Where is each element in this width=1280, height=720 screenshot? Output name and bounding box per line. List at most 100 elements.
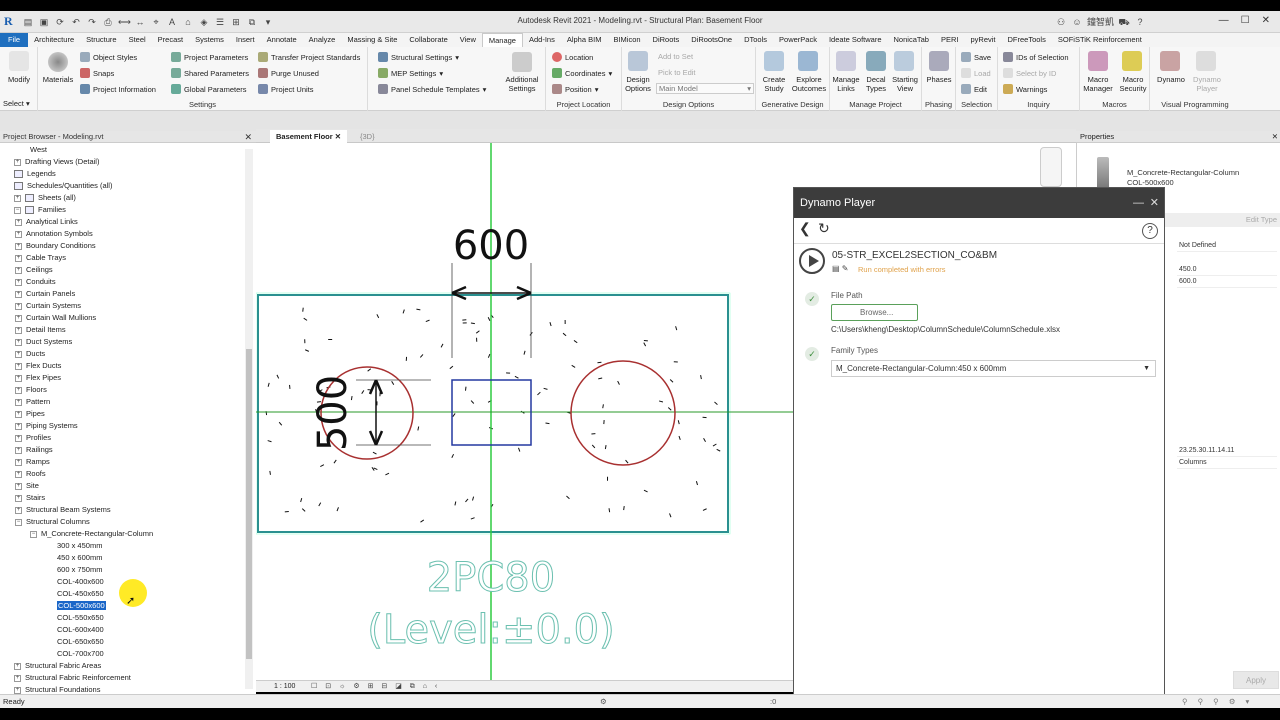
coordinates-button[interactable]: Coordinates ▾ [552,68,612,78]
tree-item[interactable]: COL-550x650 [57,612,104,624]
expand-icon[interactable]: + [15,338,22,346]
tab-diroots[interactable]: DiRoots [647,33,686,47]
expand-icon[interactable]: + [14,674,21,682]
modify-arrow-icon[interactable] [9,51,29,71]
tree-item[interactable]: Schedules/Quantities (all) [14,180,112,192]
expand-icon[interactable]: + [15,470,22,478]
manage-links-button[interactable]: Manage Links [830,75,862,93]
expand-icon[interactable]: + [15,434,22,442]
worksets-icon[interactable]: ⚙ [600,695,607,709]
design-option-status[interactable]: :0 [770,695,776,709]
design-options-icon[interactable] [628,51,648,71]
expand-icon[interactable]: + [14,686,21,694]
tree-item[interactable]: − Families [14,204,66,216]
structural-settings-button[interactable]: Structural Settings ▾ [378,52,459,62]
tree-item[interactable]: + Structural Foundations [14,684,100,694]
location-button[interactable]: Location [552,52,593,62]
tab-steel[interactable]: Steel [123,33,152,47]
tab-manage[interactable]: Manage [481,33,523,47]
tree-item[interactable]: + Curtain Systems [15,300,81,312]
tree-item[interactable]: COL-700x700 [57,648,104,660]
dynamo-player-icon[interactable] [1196,51,1216,71]
macro-manager-icon[interactable] [1088,51,1108,71]
design-options-button[interactable]: Design Options [622,75,654,93]
dynamo-player-button[interactable]: Dynamo Player [1188,75,1226,93]
tree-item[interactable]: + Ceilings [15,264,53,276]
panel-schedule-templates-button[interactable]: Panel Schedule Templates ▾ [378,84,486,94]
scrollbar-thumb[interactable] [246,349,252,659]
tab-systems[interactable]: Systems [189,33,230,47]
expand-icon[interactable]: + [15,446,22,454]
tab-pyrevit[interactable]: pyRevit [964,33,1001,47]
expand-icon[interactable]: + [15,386,22,394]
tree-item[interactable]: + Ramps [15,456,50,468]
expand-icon[interactable]: + [15,218,22,226]
project-information-button[interactable]: Project Information [80,84,156,94]
user-name[interactable]: 鐘智凱 [1087,16,1114,28]
expand-icon[interactable]: + [15,266,22,274]
prop-value-1[interactable]: 450.0 [1177,264,1277,276]
expand-icon[interactable]: + [15,314,22,322]
tab-basement-floor[interactable]: Basement Floor ✕ [270,130,348,143]
tree-item[interactable]: + Railings [15,444,53,456]
prop-value-4[interactable]: Columns [1177,457,1277,469]
global-parameters-button[interactable]: Global Parameters [171,84,247,94]
apply-button[interactable]: Apply [1233,671,1279,689]
explore-outcomes-button[interactable]: Explore Outcomes [790,75,828,93]
decal-types-button[interactable]: Decal Types [862,75,890,93]
starting-view-button[interactable]: Starting View [890,75,920,93]
prop-value-3[interactable]: 23.25.30.11.14.11 [1177,445,1277,457]
expand-icon[interactable]: + [15,290,22,298]
decal-types-icon[interactable] [866,51,886,71]
expand-icon[interactable]: + [15,278,22,286]
phases-icon[interactable] [929,51,949,71]
starting-view-icon[interactable] [894,51,914,71]
macro-security-icon[interactable] [1122,51,1142,71]
create-study-icon[interactable] [764,51,784,71]
tab-nonicatab[interactable]: NonicaTab [888,33,935,47]
select-by-id-button[interactable]: Select by ID [1003,68,1056,78]
tab-file[interactable]: File [0,33,29,47]
load-selection-button[interactable]: Load [961,68,991,78]
expand-icon[interactable]: + [15,242,22,250]
materials-icon[interactable] [48,52,68,72]
dynamo-button[interactable]: Dynamo [1154,75,1188,84]
phases-button[interactable]: Phases [922,75,956,84]
tree-item[interactable]: COL-400x600 [57,576,104,588]
expand-icon[interactable]: + [15,362,22,370]
dynamo-icon[interactable] [1160,51,1180,71]
tree-item[interactable]: + Sheets (all) [14,192,76,204]
tab-massing-site[interactable]: Massing & Site [341,33,403,47]
tree-item[interactable]: + Boundary Conditions [15,240,96,252]
tree-item[interactable]: + Curtain Wall Mullions [15,312,96,324]
maximize-icon[interactable]: ☐ [1241,15,1250,26]
tree-item[interactable]: + Site [15,480,39,492]
tree-item[interactable]: Legends [14,168,56,180]
tree-item[interactable]: + Pattern [15,396,50,408]
tree-item[interactable]: + Detail Items [15,324,66,336]
prop-value-2[interactable]: 600.0 [1177,276,1277,288]
expand-icon[interactable]: + [15,506,22,514]
expand-icon[interactable]: + [15,494,22,502]
dynamo-minimize-icon[interactable]: — [1133,188,1144,218]
materials-button[interactable]: Materials [40,75,76,84]
tab-dirootsone[interactable]: DiRootsOne [685,33,738,47]
tree-item[interactable]: + Piping Systems [15,420,78,432]
tab-structure[interactable]: Structure [80,33,122,47]
tab-insert[interactable]: Insert [230,33,261,47]
tree-item[interactable]: + Analytical Links [15,216,78,228]
tree-item[interactable]: + Ducts [15,348,45,360]
back-icon[interactable]: ❮ [799,220,811,237]
macro-manager-button[interactable]: Macro Manager [1080,75,1116,93]
tab-3d[interactable]: {3D} [354,130,381,143]
tab-analyze[interactable]: Analyze [303,33,342,47]
selection-filter-icons[interactable]: ⚲ ⚲ ⚲ ⚙ ▾ [1182,695,1253,709]
tree-item[interactable]: + Structural Fabric Areas [14,660,101,672]
tree-item[interactable]: + Floors [15,384,47,396]
browse-button[interactable]: Browse... [831,304,918,321]
create-study-button[interactable]: Create Study [758,75,790,93]
tree-item[interactable]: + Annotation Symbols [15,228,93,240]
people-icon[interactable]: ⚇ [1055,16,1067,28]
object-styles-button[interactable]: Object Styles [80,52,137,62]
tab-peri[interactable]: PERI [935,33,965,47]
